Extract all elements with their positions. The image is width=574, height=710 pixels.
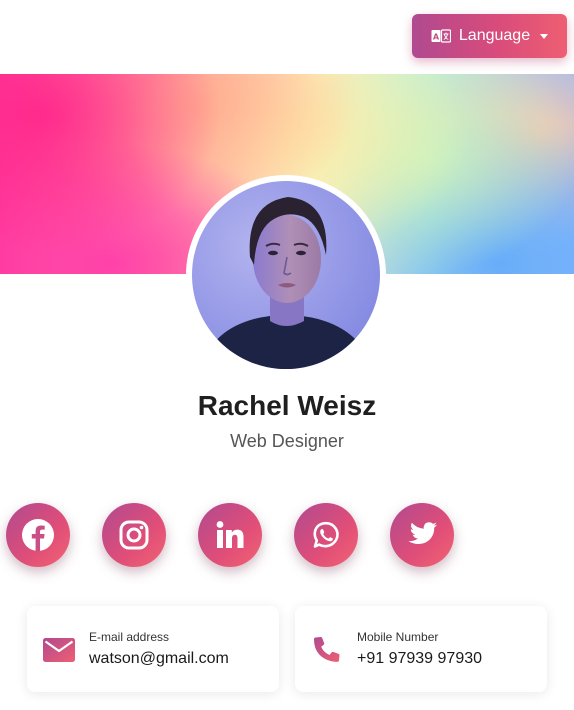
avatar (186, 175, 386, 375)
phone-card[interactable]: Mobile Number +91 97939 97930 (295, 606, 547, 692)
svg-text:A: A (433, 33, 440, 42)
profile-photo (192, 181, 380, 369)
phone-value[interactable]: +91 97939 97930 (357, 650, 482, 668)
profile-role: Web Designer (230, 431, 344, 451)
facebook-button[interactable] (6, 503, 70, 567)
facebook-icon (22, 519, 54, 551)
translate-icon: A (431, 29, 451, 43)
linkedin-button[interactable] (198, 503, 262, 567)
twitter-icon (408, 522, 437, 545)
language-button-label: Language (458, 27, 531, 44)
language-dropdown-button[interactable]: A Language (412, 14, 567, 58)
whatsapp-button[interactable] (294, 503, 358, 567)
phone-icon (310, 636, 344, 664)
chevron-down-icon (540, 33, 549, 39)
instagram-icon (119, 520, 149, 550)
phone-label: Mobile Number (357, 630, 439, 644)
linkedin-icon (216, 521, 244, 548)
email-label: E-mail address (89, 630, 170, 644)
whatsapp-icon (313, 521, 339, 548)
profile-name: Rachel Weisz (197, 390, 377, 421)
email-card[interactable]: E-mail address watson@gmail.com (27, 606, 279, 692)
mail-icon (42, 636, 76, 664)
twitter-button[interactable] (390, 503, 454, 567)
instagram-button[interactable] (102, 503, 166, 567)
email-value[interactable]: watson@gmail.com (89, 650, 229, 668)
